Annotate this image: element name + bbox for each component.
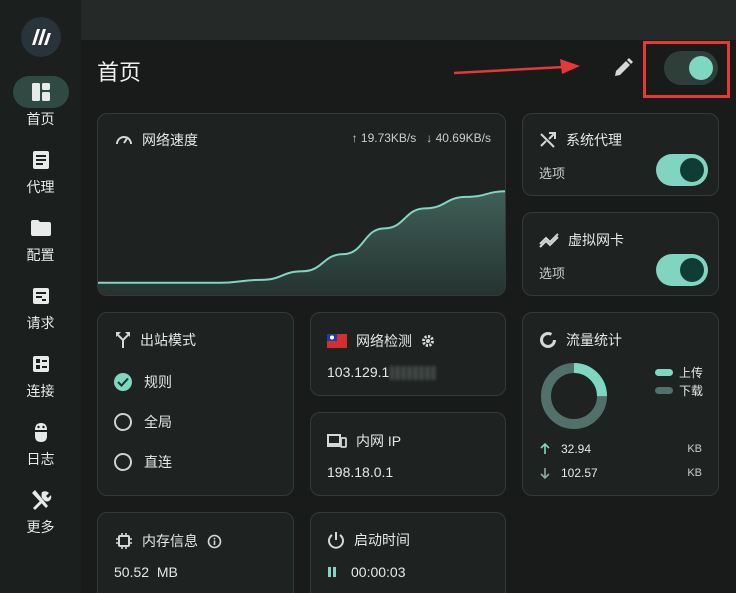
public-ip-value: 103.129.1 <box>327 364 390 380</box>
uptime-value: 00:00:03 <box>351 564 406 580</box>
annotation-arrow-icon <box>453 59 580 75</box>
system-proxy-card: 系统代理 选项 <box>522 113 719 196</box>
sidebar-item-proxy[interactable]: 代理 <box>0 144 81 204</box>
title-bar <box>81 0 736 40</box>
speed-area <box>98 191 505 295</box>
mode-option-rule[interactable]: 规则 <box>114 372 172 392</box>
card-title: 系统代理 <box>566 132 622 148</box>
memory-value: 50.52 MB <box>114 564 178 580</box>
system-proxy-toggle[interactable] <box>656 154 708 186</box>
network-speed-card: 网络速度 ↑ 19.73KB/s ↓ 40.69KB/s <box>97 113 506 296</box>
sidebar-item-more[interactable]: 更多 <box>0 484 81 544</box>
mode-option-label: 全局 <box>144 414 172 430</box>
pause-icon[interactable] <box>327 566 337 578</box>
speed-chart <box>98 190 505 295</box>
mode-option-label: 直连 <box>144 454 172 470</box>
fork-icon <box>116 332 130 348</box>
sidebar-item-connections[interactable]: 连接 <box>0 348 81 408</box>
lan-ip-card: 内网 IP 198.18.0.1 <box>310 412 506 496</box>
bug-icon <box>34 423 47 442</box>
service-mode-toggle[interactable] <box>664 51 718 85</box>
toggle-knob <box>689 56 713 80</box>
devices-icon <box>327 434 347 448</box>
upload-total: 32.94 <box>561 442 592 456</box>
sidebar-item-label: 更多 <box>26 519 55 535</box>
logo-icon <box>32 29 51 45</box>
document-icon <box>32 151 49 169</box>
sidebar-item-profiles[interactable]: 配置 <box>0 212 81 272</box>
outbound-mode-card: 出站模式 规则 全局 直连 <box>97 312 294 496</box>
sidebar-item-label: 首页 <box>26 111 55 127</box>
redacted-ip-mask <box>390 366 437 381</box>
option-label: 选项 <box>539 166 566 181</box>
option-label: 选项 <box>539 266 566 281</box>
page-title: 首页 <box>97 60 142 85</box>
folder-icon <box>30 220 51 236</box>
uptime-card: 启动时间 00:00:03 <box>310 512 506 593</box>
card-title: 出站模式 <box>140 332 196 348</box>
toggle-knob <box>680 158 704 182</box>
mode-option-direct[interactable]: 直连 <box>114 452 172 472</box>
download-unit: KB <box>687 467 702 479</box>
shuffle-icon <box>540 132 556 148</box>
card-title: 网络检测 <box>356 333 412 349</box>
legend-download-swatch <box>655 387 673 394</box>
network-check-card: 网络检测 103.129.1 <box>310 312 506 396</box>
toggle-knob <box>680 258 704 282</box>
dashboard-icon <box>31 83 50 101</box>
traffic-donut-chart <box>541 363 607 429</box>
virtual-nic-toggle[interactable] <box>656 254 708 286</box>
lan-ip-value: 198.18.0.1 <box>327 464 394 480</box>
card-title: 流量统计 <box>566 332 622 348</box>
arrow-up-icon <box>540 443 550 454</box>
sidebar-item-label: 请求 <box>26 315 55 331</box>
app-logo <box>21 17 61 57</box>
radio-checked-icon <box>114 373 132 391</box>
sidebar: 首页 代理 配置 请求 连接 日志 更多 <box>0 0 81 593</box>
sidebar-item-label: 配置 <box>26 247 55 263</box>
upload-unit: KB <box>687 443 702 455</box>
info-icon[interactable] <box>207 534 222 549</box>
legend-download-label: 下载 <box>679 384 704 398</box>
settings-gear-icon[interactable] <box>421 334 435 348</box>
sidebar-item-logs[interactable]: 日志 <box>0 416 81 476</box>
sidebar-item-label: 代理 <box>26 179 55 195</box>
radio-unchecked-icon <box>114 453 132 471</box>
sidebar-item-label: 日志 <box>26 451 55 467</box>
mode-option-global[interactable]: 全局 <box>114 412 172 432</box>
trend-icon <box>539 233 559 248</box>
request-icon <box>32 288 49 304</box>
card-title: 启动时间 <box>354 532 410 548</box>
sidebar-item-requests[interactable]: 请求 <box>0 280 81 340</box>
mode-option-label: 规则 <box>144 374 172 390</box>
virtual-nic-card: 虚拟网卡 选项 <box>522 212 719 296</box>
legend-upload-label: 上传 <box>679 366 704 380</box>
connection-icon <box>32 356 49 372</box>
radio-unchecked-icon <box>114 413 132 431</box>
download-total: 102.57 <box>561 466 598 480</box>
memory-card: 内存信息 50.52 MB <box>97 512 294 593</box>
traffic-stats-card: 流量统计 上传 下载 32.94 KB 102.57 KB <box>522 312 719 496</box>
card-title: 虚拟网卡 <box>568 232 624 248</box>
legend-upload-swatch <box>655 369 673 376</box>
sidebar-item-home[interactable]: 首页 <box>0 76 81 136</box>
sidebar-item-label: 连接 <box>26 383 55 399</box>
flag-icon <box>327 334 347 348</box>
donut-icon <box>540 332 556 348</box>
tools-icon <box>31 490 51 510</box>
edit-icon[interactable] <box>611 56 635 80</box>
arrow-down-icon <box>540 468 550 479</box>
card-title: 内网 IP <box>356 433 402 449</box>
memory-chip-icon <box>116 533 132 549</box>
card-title: 内存信息 <box>142 533 198 549</box>
power-icon <box>328 532 344 549</box>
